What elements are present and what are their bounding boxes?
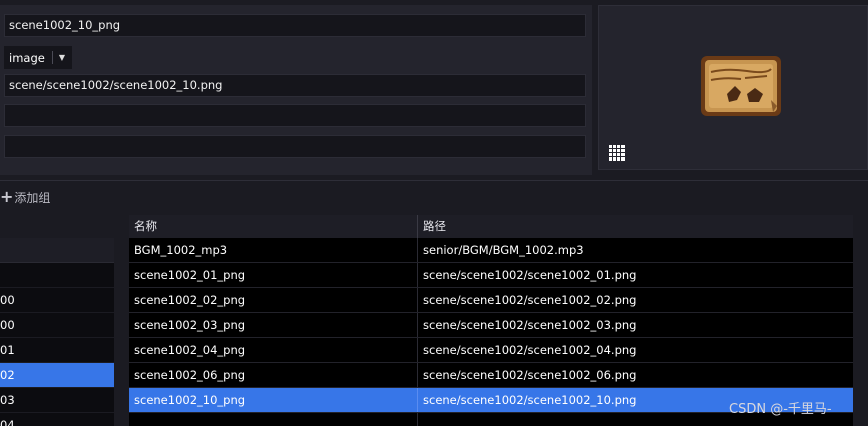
list-item[interactable]: 00 — [0, 288, 114, 313]
cell-name: scene1002_06_png — [129, 363, 418, 387]
parchment-image — [701, 56, 781, 116]
type-select[interactable]: image ▼ — [4, 46, 72, 69]
list-item[interactable]: 01 — [0, 338, 114, 363]
table-header: 名称 路径 — [129, 215, 853, 238]
cell-path: scene/scene1002/scene1002_03.png — [423, 318, 637, 332]
extra-field-1[interactable] — [4, 104, 586, 127]
list-item[interactable] — [0, 263, 114, 288]
table-row[interactable]: BGM_1002_mp3 senior/BGM/BGM_1002.mp3 — [129, 238, 853, 263]
path-field[interactable]: scene/scene1002/scene1002_10.png — [4, 74, 586, 97]
cell-name: scene1002_02_png — [129, 288, 418, 312]
cell-path: scene/scene1002/scene1002_04.png — [423, 343, 637, 357]
watermark: CSDN @-千里马- — [729, 402, 832, 417]
add-group-button[interactable]: + 添加组 — [0, 188, 50, 206]
type-select-separator — [51, 51, 53, 64]
column-header-path[interactable]: 路径 — [418, 215, 446, 238]
cell-name: scene1002_10_png — [129, 388, 418, 412]
plus-icon: + — [0, 187, 14, 206]
table-row[interactable]: scene1002_01_png scene/scene1002/scene10… — [129, 263, 853, 288]
list-item[interactable]: 04 — [0, 413, 114, 426]
cell-path: scene/scene1002/scene1002_01.png — [423, 268, 637, 282]
preview-panel — [598, 5, 868, 170]
section-divider — [0, 180, 868, 181]
cell-name: BGM_1002_mp3 — [129, 238, 418, 262]
cell-name: scene1002_01_png — [129, 263, 418, 287]
extra-field-2[interactable] — [4, 135, 586, 158]
table-row[interactable]: scene1002_04_png scene/scene1002/scene10… — [129, 338, 853, 363]
list-item[interactable] — [0, 238, 114, 263]
list-item-selected[interactable]: 02 — [0, 363, 114, 388]
cell-path: scene/scene1002/scene1002_06.png — [423, 368, 637, 382]
name-field[interactable]: scene1002_10_png — [4, 14, 586, 37]
table-row[interactable]: scene1002_02_png scene/scene1002/scene10… — [129, 288, 853, 313]
grid-icon[interactable] — [609, 145, 625, 161]
chevron-down-icon[interactable]: ▼ — [59, 53, 65, 62]
resource-table: 名称 路径 BGM_1002_mp3 senior/BGM/BGM_1002.m… — [129, 215, 853, 426]
cell-path: senior/BGM/BGM_1002.mp3 — [423, 243, 584, 257]
type-select-value: image — [9, 50, 45, 65]
list-item[interactable]: 03 — [0, 388, 114, 413]
list-item[interactable]: 00 — [0, 313, 114, 338]
cell-name: scene1002_03_png — [129, 313, 418, 337]
property-panel: scene1002_10_png image ▼ scene/scene1002… — [0, 5, 592, 175]
table-row[interactable]: scene1002_03_png scene/scene1002/scene10… — [129, 313, 853, 338]
table-row[interactable]: scene1002_06_png scene/scene1002/scene10… — [129, 363, 853, 388]
cell-name — [129, 413, 418, 426]
add-group-label: 添加组 — [14, 190, 51, 205]
scrollbar-gutter[interactable] — [853, 215, 868, 426]
cell-name: scene1002_04_png — [129, 338, 418, 362]
column-header-name[interactable]: 名称 — [129, 215, 418, 238]
group-list: 00 00 01 02 03 04 — [0, 238, 114, 426]
cell-path: scene/scene1002/scene1002_02.png — [423, 293, 637, 307]
